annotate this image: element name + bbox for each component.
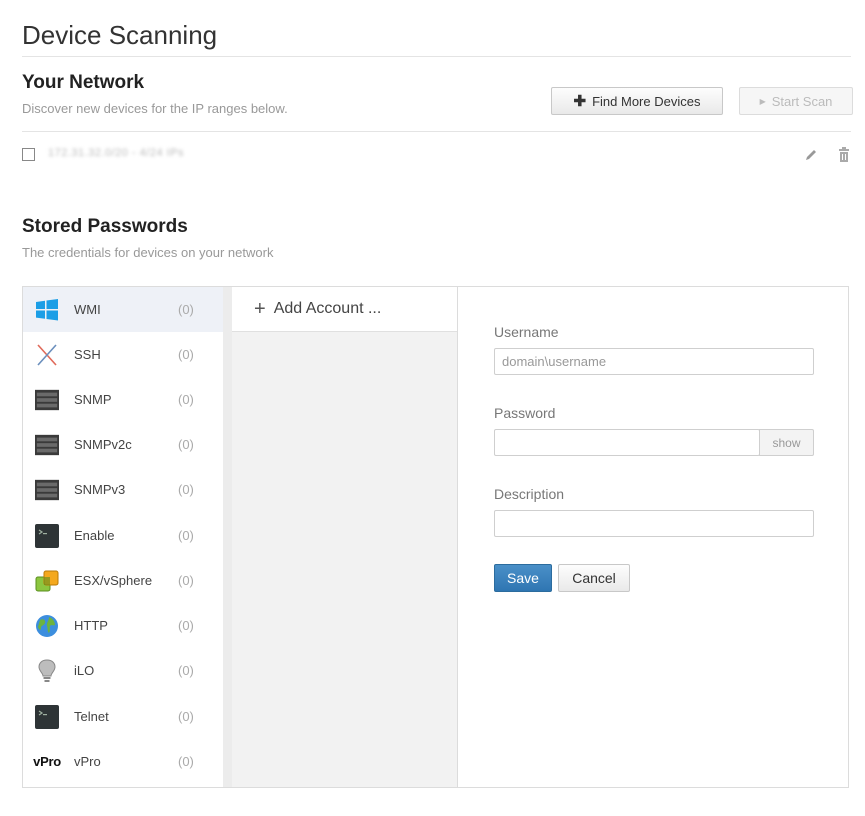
- credential-type-label: WMI: [74, 302, 101, 317]
- find-more-devices-label: Find More Devices: [592, 93, 701, 109]
- credential-type-ilo[interactable]: iLO (0): [23, 648, 223, 693]
- credential-type-label: SNMPv2c: [74, 437, 132, 452]
- credential-type-count: (0): [178, 437, 194, 452]
- pencil-icon[interactable]: [803, 147, 819, 163]
- credential-type-count: (0): [178, 528, 194, 543]
- add-account-label: Add Account ...: [273, 300, 382, 317]
- credential-type-count: (0): [178, 709, 194, 724]
- credential-type-count: (0): [178, 573, 194, 588]
- credential-type-esx-vsphere[interactable]: ESX/vSphere (0): [23, 558, 223, 603]
- credential-type-count: (0): [178, 347, 194, 362]
- column-divider: [223, 287, 232, 787]
- ssh-icon: [35, 343, 59, 367]
- show-password-button[interactable]: show: [759, 429, 814, 456]
- find-more-devices-button[interactable]: ✚ Find More Devices: [551, 87, 723, 115]
- windows-icon: [35, 298, 59, 322]
- credential-type-telnet[interactable]: Telnet (0): [23, 694, 223, 739]
- cancel-button[interactable]: Cancel: [558, 564, 630, 592]
- plus-icon: ✚: [573, 92, 587, 110]
- ip-range-checkbox[interactable]: [22, 148, 35, 161]
- network-section-title: Your Network: [22, 72, 145, 93]
- credential-type-snmpv3[interactable]: SNMPv3 (0): [23, 467, 223, 512]
- title-divider: [22, 56, 851, 57]
- credential-type-http[interactable]: HTTP (0): [23, 603, 223, 648]
- credential-type-label: SSH: [74, 347, 101, 362]
- globe-icon: [35, 614, 59, 638]
- server-icon: [35, 388, 59, 412]
- vpro-icon: vPro: [33, 754, 61, 769]
- terminal-icon: [35, 523, 59, 548]
- username-input[interactable]: [494, 348, 814, 375]
- credential-type-count: (0): [178, 663, 194, 678]
- play-icon: ▶: [759, 96, 766, 106]
- credential-type-label: ESX/vSphere: [74, 573, 153, 588]
- passwords-section-title: Stored Passwords: [22, 216, 188, 237]
- ip-range-text: 172.31.32.0/20 - 4/24 IPs: [48, 147, 185, 159]
- account-list: + Add Account ...: [232, 287, 458, 787]
- server-icon: [35, 478, 59, 502]
- credential-type-label: Telnet: [74, 709, 109, 724]
- credential-type-snmpv2c[interactable]: SNMPv2c (0): [23, 422, 223, 467]
- credential-type-enable[interactable]: Enable (0): [23, 513, 223, 558]
- credential-type-count: (0): [178, 754, 194, 769]
- credential-type-label: iLO: [74, 663, 95, 678]
- credentials-panel: WMI (0) SSH (0) SNMP (0) SNMPv2c (0) SNM…: [22, 286, 849, 788]
- credential-type-count: (0): [178, 618, 194, 633]
- credential-type-label: SNMPv3: [74, 482, 126, 497]
- server-icon: [35, 433, 59, 457]
- credential-type-label: vPro: [74, 754, 101, 769]
- vsphere-icon: [35, 569, 59, 593]
- credential-type-wmi[interactable]: WMI (0): [23, 287, 223, 332]
- password-input[interactable]: [494, 429, 760, 456]
- credential-type-count: (0): [178, 392, 194, 407]
- plus-icon: +: [254, 298, 266, 320]
- save-button[interactable]: Save: [494, 564, 552, 592]
- network-divider: [22, 131, 851, 132]
- credential-type-list: WMI (0) SSH (0) SNMP (0) SNMPv2c (0) SNM…: [23, 287, 223, 787]
- credential-type-vpro[interactable]: vPro vPro (0): [23, 739, 223, 784]
- start-scan-label: Start Scan: [771, 93, 833, 109]
- credential-type-label: Enable: [74, 528, 115, 543]
- credential-type-label: SNMP: [74, 392, 112, 407]
- network-section-subtitle: Discover new devices for the IP ranges b…: [22, 101, 288, 116]
- terminal-icon: [35, 704, 59, 729]
- description-input[interactable]: [494, 510, 814, 537]
- credential-type-count: (0): [178, 302, 194, 317]
- credential-type-label: HTTP: [74, 618, 108, 633]
- lightbulb-icon: [35, 658, 59, 683]
- start-scan-button[interactable]: ▶ Start Scan: [739, 87, 853, 115]
- credential-type-snmp[interactable]: SNMP (0): [23, 377, 223, 422]
- username-label: Username: [494, 324, 559, 340]
- credential-type-count: (0): [178, 482, 194, 497]
- credential-form: Username Password show Description Save …: [459, 287, 848, 787]
- password-label: Password: [494, 405, 556, 421]
- description-label: Description: [494, 486, 565, 502]
- page-title: Device Scanning: [22, 20, 218, 50]
- credential-type-ssh[interactable]: SSH (0): [23, 332, 223, 377]
- trash-icon[interactable]: [838, 147, 850, 163]
- add-account-button[interactable]: + Add Account ...: [232, 287, 457, 332]
- passwords-section-subtitle: The credentials for devices on your netw…: [22, 245, 274, 260]
